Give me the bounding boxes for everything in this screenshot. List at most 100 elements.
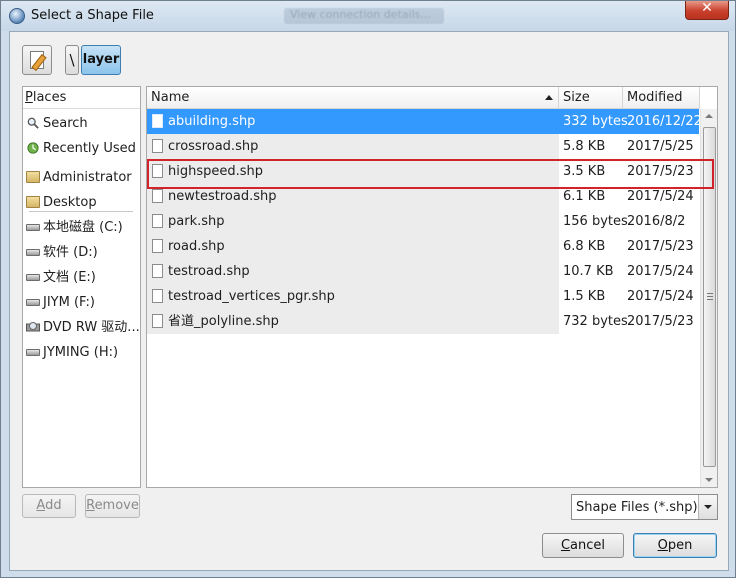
- file-row-abuilding[interactable]: abuilding.shp 332 bytes 2016/12/22: [147, 109, 702, 134]
- file-modified: 2016/12/22: [627, 114, 702, 129]
- dialog-body: \ layer Places Search Recently Used Admi…: [9, 31, 729, 571]
- open-rest: pen: [667, 538, 693, 553]
- add-rest: dd: [45, 498, 62, 513]
- recent-icon: [27, 142, 39, 154]
- place-label: 软件 (D:): [43, 245, 98, 260]
- column-header-size-label: Size: [563, 90, 590, 105]
- place-label: DVD RW 驱动...: [43, 320, 140, 335]
- drive-icon: [26, 349, 40, 356]
- file-icon: [152, 114, 163, 128]
- drive-icon: [26, 249, 40, 256]
- file-row-park[interactable]: park.shp 156 bytes 2016/8/2: [147, 209, 699, 234]
- file-name: crossroad.shp: [168, 139, 259, 154]
- search-icon: [27, 117, 39, 129]
- file-modified: 2017/5/25: [627, 139, 694, 154]
- file-row-crossroad[interactable]: crossroad.shp 5.8 KB 2017/5/25: [147, 134, 699, 159]
- file-name: testroad_vertices_pgr.shp: [168, 289, 335, 304]
- add-bookmark-button[interactable]: Add: [22, 494, 76, 518]
- places-header-rest: laces: [32, 90, 67, 105]
- cancel-mnemonic: C: [560, 538, 571, 553]
- file-modified: 2017/5/23: [627, 314, 694, 329]
- place-label: Recently Used: [43, 141, 136, 156]
- open-mnemonic: O: [657, 538, 668, 553]
- annotation-highlight-box: [147, 159, 714, 189]
- place-drive-f[interactable]: JIYM (F:): [23, 290, 140, 315]
- file-row-testroad[interactable]: testroad.shp 10.7 KB 2017/5/24: [147, 259, 699, 284]
- place-drive-c[interactable]: 本地磁盘 (C:): [23, 215, 140, 240]
- title-bar[interactable]: Select a Shape File View connection deta…: [1, 0, 735, 31]
- edit-location-button[interactable]: [22, 45, 52, 75]
- chevron-down-icon[interactable]: [698, 495, 717, 519]
- file-modified: 2017/5/24: [627, 289, 694, 304]
- column-header-name-label: Name: [151, 90, 190, 105]
- column-header-size[interactable]: Size: [559, 87, 623, 109]
- scroll-down-arrow-icon[interactable]: [705, 478, 713, 482]
- file-row-road[interactable]: road.shp 6.8 KB 2017/5/23: [147, 234, 699, 259]
- place-dvd-drive[interactable]: DVD RW 驱动...: [23, 315, 140, 340]
- file-icon: [152, 139, 163, 153]
- place-label: 本地磁盘 (C:): [43, 220, 123, 235]
- place-label: 文档 (E:): [43, 270, 96, 285]
- close-button[interactable]: ✕: [685, 0, 729, 20]
- file-size: 10.7 KB: [563, 264, 614, 279]
- places-header-mnemonic: P: [25, 90, 33, 105]
- drive-icon: [26, 274, 40, 281]
- file-size: 5.8 KB: [563, 139, 606, 154]
- window-title: Select a Shape File: [31, 8, 154, 23]
- file-icon: [152, 289, 163, 303]
- column-header-name[interactable]: Name: [147, 87, 559, 109]
- column-header-modified[interactable]: Modified: [623, 87, 700, 109]
- close-icon: ✕: [701, 0, 713, 16]
- file-size: 156 bytes: [563, 214, 628, 229]
- open-button[interactable]: Open: [633, 533, 717, 558]
- place-search[interactable]: Search: [23, 111, 140, 136]
- place-administrator[interactable]: Administrator: [23, 165, 140, 190]
- place-drive-h[interactable]: JYMING (H:): [23, 340, 140, 365]
- file-modified: 2016/8/2: [627, 214, 686, 229]
- place-recently-used[interactable]: Recently Used: [23, 136, 140, 161]
- remove-mnemonic: R: [86, 498, 95, 513]
- file-name: testroad.shp: [168, 264, 250, 279]
- place-label: Desktop: [43, 195, 97, 210]
- place-drive-e[interactable]: 文档 (E:): [23, 265, 140, 290]
- remove-bookmark-button[interactable]: Remove: [85, 494, 140, 518]
- file-row-testroad-vertices-pgr[interactable]: testroad_vertices_pgr.shp 1.5 KB 2017/5/…: [147, 284, 699, 309]
- background-window-title: View connection details...: [284, 8, 444, 24]
- file-size: 332 bytes: [563, 114, 628, 129]
- file-row-shengdao-polyline[interactable]: 省道_polyline.shp 732 bytes 2017/5/23: [147, 309, 699, 334]
- column-header-modified-label: Modified: [627, 90, 683, 105]
- grip-line: [707, 299, 713, 300]
- places-header[interactable]: Places: [23, 87, 140, 109]
- folder-icon: [26, 196, 40, 208]
- remove-rest: emove: [94, 498, 139, 513]
- file-name: 省道_polyline.shp: [168, 314, 279, 329]
- cancel-button[interactable]: Cancel: [542, 533, 624, 558]
- path-root-button[interactable]: \: [65, 45, 79, 75]
- file-icon: [152, 189, 163, 203]
- place-drive-d[interactable]: 软件 (D:): [23, 240, 140, 265]
- place-desktop[interactable]: Desktop: [23, 190, 140, 215]
- file-icon: [152, 264, 163, 278]
- cancel-rest: ancel: [570, 538, 606, 553]
- folder-icon: [26, 171, 40, 183]
- file-size: 732 bytes: [563, 314, 628, 329]
- add-mnemonic: A: [36, 498, 46, 513]
- place-label: Administrator: [43, 170, 132, 185]
- sort-ascending-icon: [545, 95, 553, 100]
- file-type-filter-select[interactable]: Shape Files (*.shp): [571, 494, 718, 520]
- file-icon: [152, 314, 163, 328]
- drive-icon: [26, 224, 40, 231]
- file-name: road.shp: [168, 239, 225, 254]
- grip-line: [707, 293, 713, 294]
- place-label: JYMING (H:): [43, 345, 119, 360]
- file-list: Name Size Modified abuilding.shp 332 byt…: [146, 86, 718, 488]
- drive-icon: [26, 299, 40, 306]
- dvd-drive-icon: [26, 322, 40, 332]
- file-size: 6.8 KB: [563, 239, 606, 254]
- file-modified: 2017/5/23: [627, 239, 694, 254]
- path-current-button[interactable]: layer: [81, 45, 121, 75]
- file-icon: [152, 239, 163, 253]
- file-dialog-window: Select a Shape File View connection deta…: [0, 0, 736, 578]
- scroll-up-arrow-icon[interactable]: [705, 114, 713, 118]
- file-icon: [152, 214, 163, 228]
